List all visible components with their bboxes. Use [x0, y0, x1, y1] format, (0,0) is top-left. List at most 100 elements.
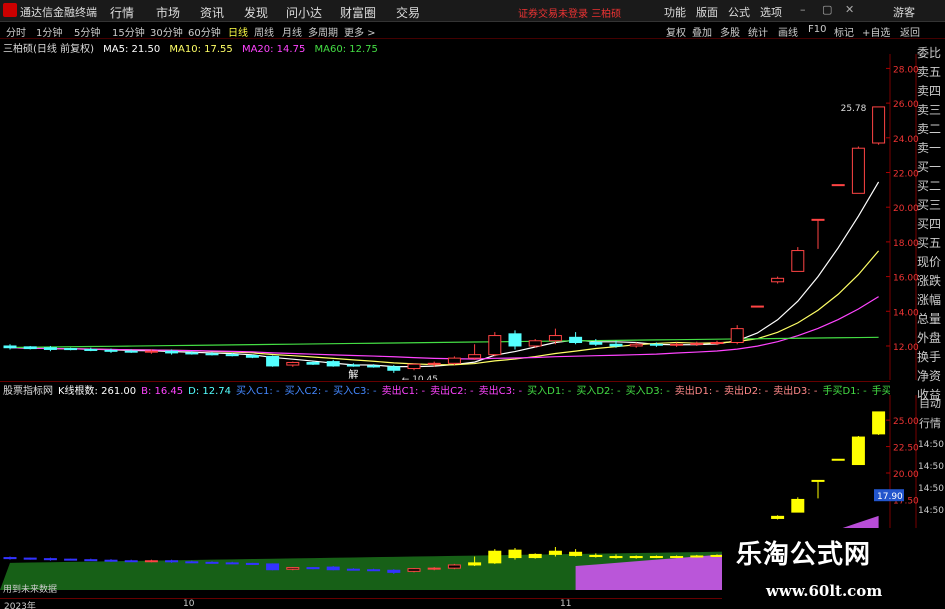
indicator-value: 卖出D2: - — [724, 386, 769, 395]
period-multi[interactable]: 多周期 — [308, 24, 338, 39]
side-label: 买一 — [917, 160, 942, 174]
candle-body — [528, 340, 542, 347]
period-15min[interactable]: 15分钟 — [112, 24, 145, 39]
ind-candle-body — [629, 556, 643, 559]
period-1min[interactable]: 1分钟 — [36, 24, 62, 39]
indicator-value: 手买D2: - — [871, 386, 890, 395]
ind-tick-label: 22.50 — [893, 444, 919, 454]
indicator-legend: 股票指标网 K线根数: 261.00 B: 16.45 D: 12.74 买入C1: -… — [0, 381, 890, 395]
y-tick-label: 28.00 — [893, 65, 919, 75]
candle-body — [165, 350, 179, 354]
ind-candle-body — [346, 568, 360, 571]
candle-body — [831, 184, 845, 187]
side-label: 外盘 — [917, 331, 942, 345]
menu-function[interactable]: 功能 — [664, 4, 686, 20]
y-tick-label: 12.00 — [893, 343, 919, 353]
candle-body — [306, 361, 320, 365]
candle-body — [670, 343, 684, 346]
y-tick-label: 22.00 — [893, 169, 919, 179]
menu-layout[interactable]: 版面 — [696, 4, 718, 20]
login-status-text: 证券交易未登录 — [518, 9, 588, 20]
candle-body — [811, 218, 825, 221]
side-label: 卖二 — [917, 122, 942, 136]
period-5min[interactable]: 5分钟 — [74, 24, 100, 39]
candle-body — [649, 343, 663, 346]
ind-candle-body — [488, 550, 502, 564]
ind-time-label: 14:50 — [918, 506, 944, 516]
candle-body — [185, 352, 199, 355]
ind-candle-body — [104, 559, 118, 562]
menu-ask[interactable]: 问小达 — [286, 4, 322, 21]
tool-f10[interactable]: F10 — [808, 24, 826, 35]
indicator-value: 买入D3: - — [625, 386, 670, 395]
menu-trade[interactable]: 交易 — [396, 4, 420, 21]
candle-body — [750, 305, 764, 308]
tool-draw[interactable]: 画线 — [778, 24, 798, 39]
candle-body — [286, 361, 300, 366]
tool-restore[interactable]: 复权 — [666, 24, 686, 39]
side-label: 换手 — [917, 350, 942, 364]
candle-body — [225, 354, 239, 357]
period-tick[interactable]: 分时 — [6, 24, 26, 39]
unlock-marker: 解 — [348, 368, 358, 380]
close-icon[interactable]: ✕ — [845, 3, 854, 16]
tool-back[interactable]: 返回 — [900, 24, 920, 39]
ind-tick-label: 25.00 — [893, 417, 919, 427]
maximize-icon[interactable]: ▢ — [822, 3, 832, 16]
kline-chart[interactable]: 12.00 14.00 16.00 18.00 20.00 22.00 24.00 26.00… — [0, 54, 945, 385]
candle-body — [407, 363, 421, 370]
candle-body — [427, 362, 441, 365]
candle-body — [872, 106, 886, 144]
tool-mark[interactable]: 标记 — [834, 24, 854, 39]
candle-body — [367, 365, 381, 368]
menu-options[interactable]: 选项 — [760, 4, 782, 20]
ind-candle-body — [326, 566, 340, 571]
menu-formula[interactable]: 公式 — [728, 4, 750, 20]
tool-multi-stock[interactable]: 多股 — [720, 24, 740, 39]
period-weekly[interactable]: 周线 — [254, 24, 274, 39]
user-guest[interactable]: 游客 — [893, 4, 915, 20]
candle-body — [3, 345, 17, 349]
candle-body — [124, 350, 138, 353]
period-daily[interactable]: 日线 — [228, 24, 248, 39]
menu-discover[interactable]: 发现 — [244, 4, 268, 21]
month-label-11: 11 — [560, 599, 572, 609]
tool-overlay[interactable]: 叠加 — [692, 24, 712, 39]
tool-add-watch[interactable]: +自选 — [862, 24, 890, 39]
candle-body — [84, 348, 98, 351]
ind-candle-body — [589, 554, 603, 558]
period-60min[interactable]: 60分钟 — [188, 24, 221, 39]
menu-market[interactable]: 市场 — [156, 4, 180, 21]
period-more[interactable]: 更多 > — [344, 24, 376, 39]
ind-candle-body — [569, 551, 583, 556]
minimize-icon[interactable]: – — [800, 3, 806, 16]
ind-candle-body — [165, 560, 179, 563]
menu-wealth[interactable]: 财富圈 — [340, 4, 376, 21]
candle-body — [64, 348, 78, 351]
ind-candle-body — [64, 558, 78, 561]
side-label: 卖一 — [917, 141, 942, 155]
menu-quotes[interactable]: 行情 — [110, 4, 134, 21]
menu-news[interactable]: 资讯 — [200, 4, 224, 21]
ind-candle-body — [771, 515, 785, 519]
candle-body — [245, 355, 259, 358]
watermark: 乐淘公式网 www.60lt.com — [722, 528, 945, 609]
ind-time-label: 14:50 — [918, 462, 944, 472]
side-label: 卖三 — [917, 103, 942, 117]
indicator-value: 卖出C3: - — [478, 386, 523, 395]
high-price-label: 25.78 — [841, 104, 867, 114]
candle-body — [266, 355, 280, 367]
tool-stats[interactable]: 统计 — [748, 24, 768, 39]
menu-bar: 通达信金融终端 行情 市场 资讯 发现 问小达 财富圈 交易 证券交易未登录 三… — [0, 0, 945, 22]
indicator-value: 买入D2: - — [576, 386, 621, 395]
indicator-value: 买入C2: - — [284, 386, 329, 395]
ind-candle-body — [690, 555, 704, 558]
indicator-value: 买入D1: - — [527, 386, 572, 395]
period-monthly[interactable]: 月线 — [282, 24, 302, 39]
y-tick-label: 16.00 — [893, 274, 919, 284]
watermark-url: www.60lt.com — [766, 582, 883, 600]
ind-candle-body — [548, 550, 562, 555]
login-status[interactable]: 证券交易未登录 三柏硕 — [518, 5, 621, 20]
period-30min[interactable]: 30分钟 — [150, 24, 183, 39]
ind-candle-body — [649, 556, 663, 559]
